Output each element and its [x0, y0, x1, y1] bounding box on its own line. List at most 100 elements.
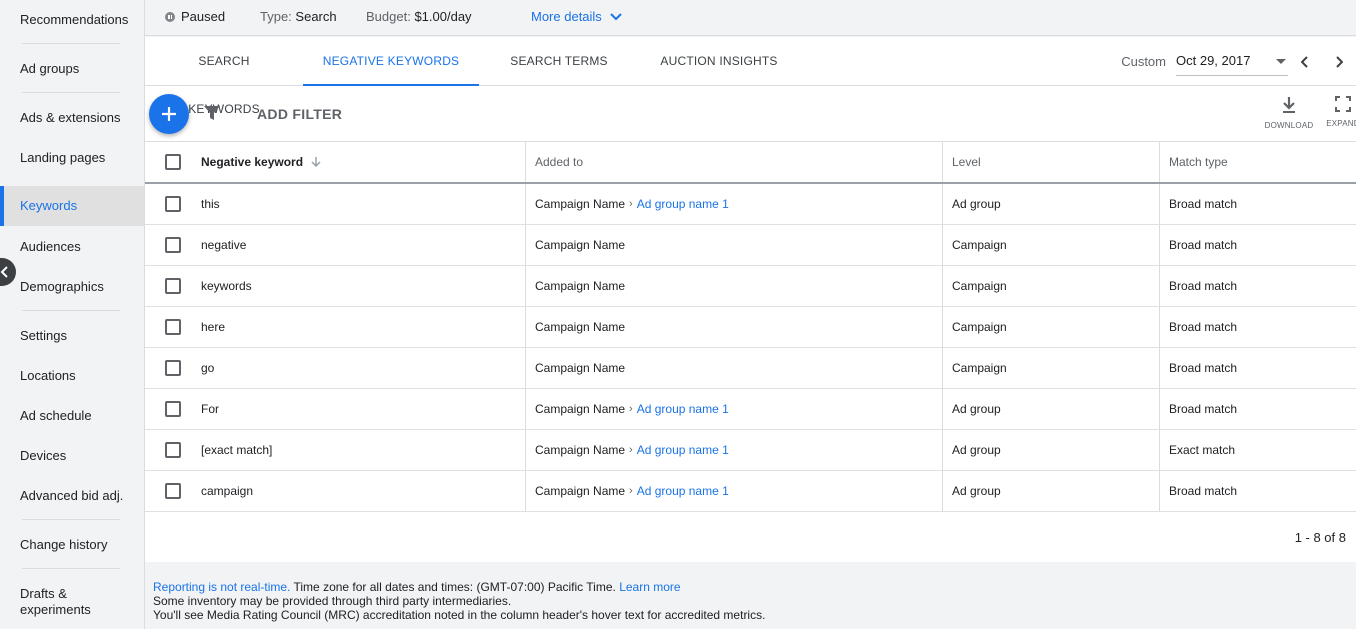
sidebar-item-audiences[interactable]: Audiences [0, 239, 144, 255]
more-details-label: More details [531, 9, 602, 24]
column-header-label: Added to [535, 155, 584, 169]
breadcrumb-separator-icon: › [629, 444, 633, 456]
sidebar-item-drafts-experiments[interactable]: Drafts & experiments [0, 586, 144, 618]
reporting-not-realtime-link[interactable]: Reporting is not real-time. [153, 580, 290, 594]
campaign-type: Type: Search [260, 9, 337, 24]
row-checkbox[interactable] [165, 360, 181, 376]
campaign-name: Campaign Name [535, 320, 626, 334]
row-checkbox[interactable] [165, 401, 181, 417]
tab-negative-keywords[interactable]: NEGATIVE KEYWORDS [303, 37, 479, 86]
sidebar-item-demographics[interactable]: Demographics [0, 279, 144, 295]
level-cell: Ad group [942, 430, 1160, 470]
level-cell: Campaign [942, 225, 1160, 265]
column-header-negative-keyword[interactable]: Negative keyword [201, 142, 525, 182]
tab-search-terms[interactable]: SEARCH TERMS [507, 37, 611, 86]
ad-group-link[interactable]: Ad group name 1 [637, 197, 729, 211]
match-type-cell: Broad match [1159, 348, 1356, 388]
table-toolbar: ADD FILTER DOWNLOAD EXPAND [145, 86, 1356, 142]
sidebar: Recommendations Ad groups Ads & extensio… [0, 0, 145, 629]
match-type-cell: Exact match [1159, 430, 1356, 470]
sidebar-item-ad-schedule[interactable]: Ad schedule [0, 408, 144, 424]
previous-period-button[interactable] [1288, 45, 1322, 79]
campaign-name: Campaign Name [535, 484, 626, 498]
row-checkbox[interactable] [165, 237, 181, 253]
added-to-cell: Campaign Name [525, 348, 943, 388]
sidebar-item-settings[interactable]: Settings [0, 328, 144, 344]
column-header-level[interactable]: Level [942, 142, 1160, 182]
added-to-cell: Campaign Name [525, 225, 943, 265]
ad-group-link[interactable]: Ad group name 1 [637, 484, 729, 498]
campaign-name: Campaign Name [535, 443, 626, 457]
column-header-label: Match type [1169, 155, 1228, 169]
campaign-budget: Budget: $1.00/day [366, 9, 472, 24]
row-checkbox[interactable] [165, 483, 181, 499]
table-row: negative Campaign Name Campaign Broad ma… [145, 225, 1356, 266]
table-row: this Campaign Name › Ad group name 1 Ad gr… [145, 184, 1356, 225]
keyword-cell: For [201, 402, 219, 416]
sidebar-item-keywords[interactable]: Keywords [0, 186, 144, 226]
sidebar-item-label: Drafts & [20, 586, 67, 601]
added-to-cell: Campaign Name › Ad group name 1 [525, 430, 943, 470]
download-button[interactable]: DOWNLOAD [1261, 96, 1317, 130]
filter-icon[interactable] [203, 104, 221, 122]
added-to-cell: Campaign Name [525, 266, 943, 306]
added-to-cell: Campaign Name › Ad group name 1 [525, 184, 943, 224]
level-cell: Ad group [942, 389, 1160, 429]
timezone-text: Time zone for all dates and times: (GMT-… [290, 580, 620, 594]
sidebar-item-change-history[interactable]: Change history [0, 537, 144, 553]
budget-value: $1.00/day [414, 9, 472, 24]
campaign-status: Paused [165, 9, 225, 24]
more-details-button[interactable]: More details [531, 9, 622, 24]
date-range-select[interactable]: Oct 29, 2017 [1176, 48, 1288, 76]
sidebar-item-landing-pages[interactable]: Landing pages [0, 150, 144, 166]
table-row: here Campaign Name Campaign Broad match [145, 307, 1356, 348]
sidebar-item-ads-extensions[interactable]: Ads & extensions [0, 110, 144, 126]
sidebar-item-advanced-bid-adj[interactable]: Advanced bid adj. [0, 488, 144, 504]
tab-search-keywords[interactable]: SEARCH KEYWORDS [165, 37, 283, 116]
expand-button[interactable]: EXPAND [1315, 96, 1356, 128]
match-type-cell: Broad match [1159, 225, 1356, 265]
keyword-cell: negative [201, 238, 247, 252]
row-checkbox[interactable] [165, 278, 181, 294]
tab-auction-insights[interactable]: AUCTION INSIGHTS [657, 37, 781, 86]
sidebar-item-locations[interactable]: Locations [0, 368, 144, 384]
add-filter-button[interactable]: ADD FILTER [257, 106, 342, 122]
type-value: Search [295, 9, 337, 24]
match-type-cell: Broad match [1159, 471, 1356, 511]
level-cell: Campaign [942, 307, 1160, 347]
row-checkbox[interactable] [165, 442, 181, 458]
chevron-down-icon [610, 12, 622, 20]
plus-icon [162, 107, 176, 121]
campaign-name: Campaign Name [535, 238, 626, 252]
budget-label: Budget: [366, 9, 411, 24]
sidebar-item-ad-groups[interactable]: Ad groups [0, 61, 144, 77]
sidebar-item-recommendations[interactable]: Recommendations [0, 12, 144, 28]
sidebar-item-devices[interactable]: Devices [0, 448, 144, 464]
sidebar-divider [22, 43, 120, 44]
learn-more-link[interactable]: Learn more [619, 580, 680, 594]
row-checkbox[interactable] [165, 196, 181, 212]
campaign-name: Campaign Name [535, 197, 626, 211]
match-type-cell: Broad match [1159, 184, 1356, 224]
column-header-added-to[interactable]: Added to [525, 142, 943, 182]
reporting-footer: Reporting is not real-time. Time zone fo… [153, 580, 765, 622]
keyword-cell: this [201, 197, 220, 211]
ad-group-link[interactable]: Ad group name 1 [637, 402, 729, 416]
column-header-match-type[interactable]: Match type [1159, 142, 1356, 182]
keyword-cell: campaign [201, 484, 254, 498]
next-period-button[interactable] [1322, 45, 1356, 79]
sidebar-divider [22, 310, 120, 311]
footer-line: Reporting is not real-time. Time zone fo… [153, 580, 765, 594]
table-row: campaign Campaign Name › Ad group name 1 A… [145, 471, 1356, 512]
row-checkbox[interactable] [165, 319, 181, 335]
select-all-checkbox[interactable] [165, 154, 181, 170]
ad-group-link[interactable]: Ad group name 1 [637, 443, 729, 457]
level-cell: Ad group [942, 471, 1160, 511]
date-range-label: Custom [1121, 54, 1166, 69]
breadcrumb-separator-icon: › [629, 198, 633, 210]
footer-line: Some inventory may be provided through t… [153, 594, 512, 608]
sidebar-divider [22, 92, 120, 93]
column-header-label: Level [952, 155, 981, 169]
add-negative-keyword-button[interactable] [149, 94, 189, 134]
date-range-value: Oct 29, 2017 [1176, 52, 1251, 68]
